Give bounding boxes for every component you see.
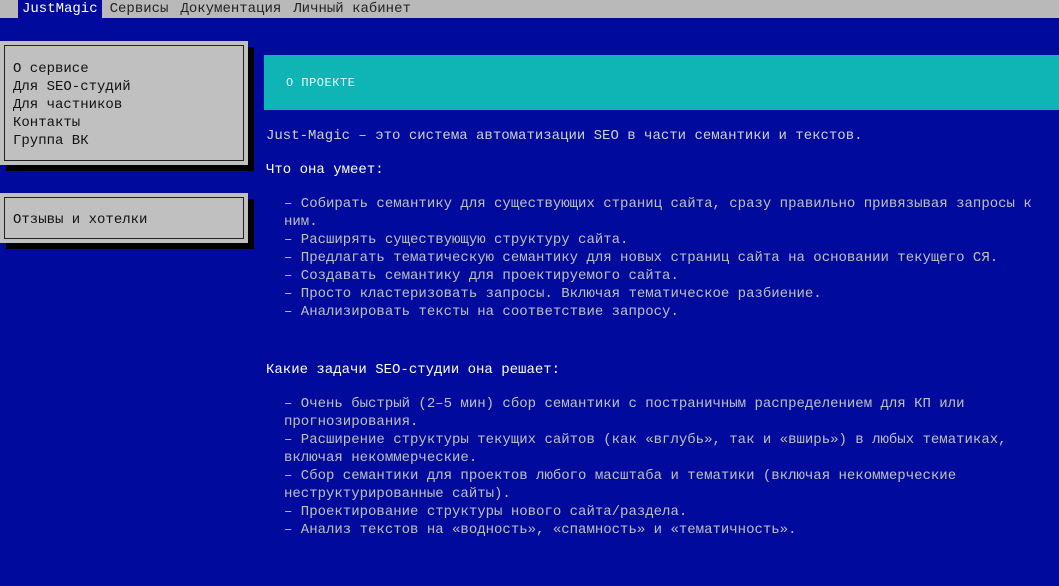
sidebar-item-freelancers[interactable]: Для частников xyxy=(13,96,243,114)
top-menu-bar: JustMagic Сервисы Документация Личный ка… xyxy=(0,0,1059,18)
sidebar-item-vk-group[interactable]: Группа ВК xyxy=(13,132,243,150)
sidebar-item-contacts[interactable]: Контакты xyxy=(13,114,243,132)
section-heading-capabilities: Что она умеет: xyxy=(266,162,384,178)
menu-item-services[interactable]: Сервисы xyxy=(106,0,173,18)
menu-item-documentation[interactable]: Документация xyxy=(176,0,285,18)
menu-item-account[interactable]: Личный кабинет xyxy=(289,0,415,18)
sidebar-feedback-frame: Отзывы и хотелки xyxy=(4,197,244,239)
sidebar-nav-panel: О сервисе Для SEO-студий Для частников К… xyxy=(0,41,248,165)
sidebar-nav-frame: О сервисе Для SEO-студий Для частников К… xyxy=(4,45,244,161)
intro-text: Just-Magic – это система автоматизации S… xyxy=(266,128,863,144)
sidebar-item-feedback[interactable]: Отзывы и хотелки xyxy=(13,211,243,229)
page-header-banner: О ПРОЕКТЕ xyxy=(264,55,1059,110)
page-title: О ПРОЕКТЕ xyxy=(286,76,356,90)
menu-item-justmagic[interactable]: JustMagic xyxy=(18,0,102,18)
section-heading-studio-tasks: Какие задачи SEO-студии она решает: xyxy=(266,362,561,378)
sidebar-item-about[interactable]: О сервисе xyxy=(13,60,243,78)
main-content: Just-Magic – это система автоматизации S… xyxy=(266,127,1046,539)
sidebar-item-seo-studios[interactable]: Для SEO-студий xyxy=(13,78,243,96)
sidebar-feedback-panel: Отзывы и хотелки xyxy=(0,193,248,243)
capabilities-list: – Собирать семантику для существующих ст… xyxy=(284,196,1032,320)
studio-tasks-list: – Очень быстрый (2–5 мин) сбор семантики… xyxy=(284,396,1007,538)
